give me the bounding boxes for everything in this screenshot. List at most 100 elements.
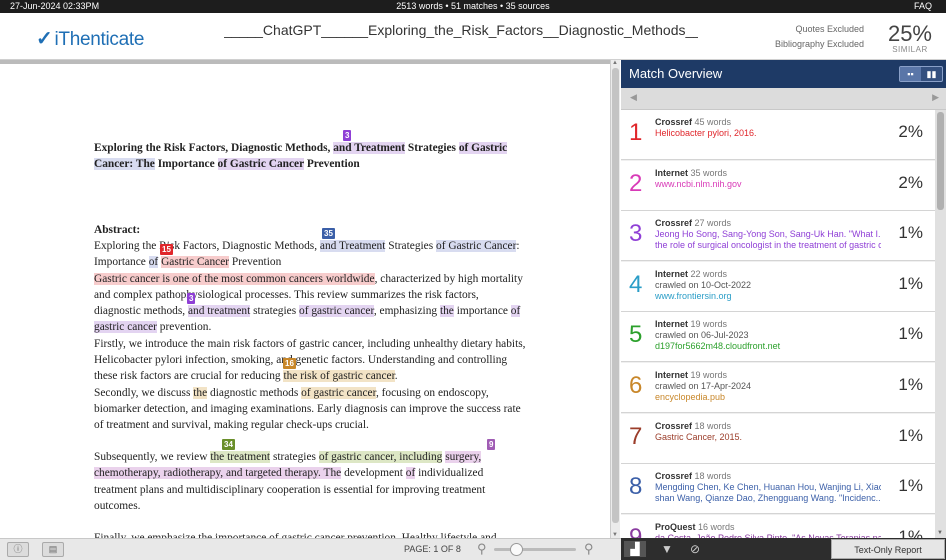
match-row-3[interactable]: 3 Crossref 27 words Jeong Ho Song, Sang-Yo… bbox=[621, 211, 935, 262]
document-scroll-thumb[interactable] bbox=[612, 68, 619, 523]
match-highlight[interactable]: surgery, bbox=[445, 451, 482, 463]
match-source-link: www.frontiersin.org bbox=[655, 290, 732, 301]
match-scroll-down-icon[interactable]: ▼ bbox=[937, 530, 943, 536]
match-highlight[interactable]: and Treatment bbox=[319, 240, 386, 252]
page-indicator: PAGE: 1 OF 8 bbox=[404, 544, 461, 554]
text-segment: Subsequently, we review bbox=[94, 451, 211, 463]
match-percent: 1% bbox=[898, 425, 923, 445]
match-row-9[interactable]: 9 ProQuest 16 words da Costa, João Pedro S… bbox=[621, 514, 935, 538]
match-badge-3[interactable]: 3 bbox=[343, 130, 352, 141]
match-source-type: ProQuest bbox=[655, 521, 696, 532]
bibliography-excluded-link[interactable]: Bibliography Excluded bbox=[775, 37, 864, 52]
match-highlight[interactable]: of Gastric Cancer bbox=[436, 240, 517, 252]
match-word-count: 27 words bbox=[692, 218, 732, 229]
text-segment: importance bbox=[453, 305, 511, 318]
view-toggle[interactable]: ▪▪ ▮▮ bbox=[899, 66, 943, 82]
match-row-8[interactable]: 8 Crossref 18 words Mengding Chen, Ke Chen… bbox=[621, 464, 935, 515]
match-word-count: 22 words bbox=[688, 268, 728, 279]
match-overview-icon[interactable]: ▟ bbox=[624, 541, 646, 557]
match-badge-34[interactable]: 34 bbox=[222, 439, 235, 450]
match-badge-3b[interactable]: 3 bbox=[187, 293, 196, 304]
text-segment: Strategies bbox=[405, 142, 459, 154]
match-navigation: ◀ ▶ bbox=[621, 88, 946, 110]
logo-text: iThenticate bbox=[54, 29, 145, 50]
zoom-out-icon[interactable]: ⚲ bbox=[477, 541, 487, 557]
match-row-1[interactable]: 1 Crossref 45 words Helicobacter pylori, 2… bbox=[621, 110, 935, 160]
text-segment: Secondly, we discuss bbox=[94, 386, 194, 399]
match-highlight[interactable]: gastric cancer bbox=[94, 321, 157, 334]
zoom-slider-track[interactable] bbox=[494, 548, 576, 551]
text-segment: , focusing on endoscopy, bbox=[375, 386, 489, 399]
match-highlight[interactable]: Cancer: The bbox=[94, 158, 155, 171]
match-row-6[interactable]: 6 Internet 19 words crawled on 17-Apr-2024… bbox=[621, 363, 935, 413]
prev-match-icon[interactable]: ◀ bbox=[630, 92, 637, 103]
match-highlight[interactable]: of bbox=[148, 256, 159, 269]
match-highlight[interactable]: the bbox=[439, 305, 454, 318]
match-highlight[interactable]: chemotherapy, radiotherapy, and targeted… bbox=[94, 467, 342, 480]
match-percent: 1% bbox=[898, 223, 923, 243]
match-highlight[interactable]: and treatment bbox=[187, 305, 251, 318]
filter-icon[interactable]: ▼ bbox=[656, 541, 678, 557]
match-highlight[interactable]: the treatment bbox=[210, 451, 271, 463]
panel-toolbar: ▟ ▼ ⊘ Text-Only Report bbox=[621, 538, 946, 560]
match-source: Crossref 18 words bbox=[655, 471, 731, 481]
text-line: diagnostic methods, and treatment strate… bbox=[94, 303, 527, 319]
match-highlight[interactable]: Gastric cancer is one of the most common… bbox=[94, 272, 375, 285]
match-overview-panel: Match Overview ▪▪ ▮▮ ◀ ▶ 1 Crossref 45 wo… bbox=[621, 60, 946, 538]
match-badge-15[interactable]: 15 bbox=[160, 244, 173, 255]
match-badge-16[interactable]: 16 bbox=[283, 358, 296, 369]
match-highlight[interactable]: the risk of gastric cancer bbox=[283, 370, 395, 383]
document-scrollbar[interactable]: ▲ ▼ bbox=[610, 60, 620, 538]
quotes-excluded-link[interactable]: Quotes Excluded bbox=[775, 22, 864, 37]
text-line: Secondly, we discuss the diagnostic meth… bbox=[94, 385, 527, 401]
info-button[interactable]: ⓘ bbox=[7, 542, 29, 557]
exclude-icon[interactable]: ⊘ bbox=[684, 541, 706, 557]
bar-view-icon[interactable]: ▮▮ bbox=[921, 67, 942, 81]
match-word-count: 35 words bbox=[688, 167, 728, 178]
match-list-scroll-thumb[interactable] bbox=[937, 112, 944, 210]
match-source-link: d197for5662m48.cloudfront.net bbox=[655, 341, 781, 352]
match-number: 5 bbox=[629, 321, 643, 349]
match-highlight[interactable]: of gastric cancer bbox=[301, 386, 376, 399]
match-row-2[interactable]: 2 Internet 35 words www.ncbi.nlm.nih.gov 2% bbox=[621, 160, 935, 211]
list-view-icon[interactable]: ▪▪ bbox=[900, 67, 921, 81]
document-viewer[interactable]: Exploring the Risk Factors, Diagnostic M… bbox=[0, 60, 610, 538]
faq-link[interactable]: FAQ bbox=[914, 0, 932, 13]
text-line: Subsequently, we review the treatment st… bbox=[94, 449, 527, 465]
match-highlight[interactable]: of bbox=[510, 305, 521, 318]
match-percent: 1% bbox=[898, 324, 923, 344]
match-highlight[interactable]: Gastric Cancer bbox=[161, 256, 230, 269]
match-source-link: www.ncbi.nlm.nih.gov bbox=[655, 178, 742, 189]
abstract-label: Abstract: bbox=[94, 224, 141, 236]
match-list-scrollbar[interactable]: ▼ bbox=[935, 110, 946, 538]
match-number: 8 bbox=[629, 473, 643, 501]
match-highlight[interactable]: of gastric cancer, including bbox=[318, 451, 443, 463]
exclusion-settings: Quotes Excluded Bibliography Excluded bbox=[775, 22, 864, 52]
zoom-in-icon[interactable]: ⚲ bbox=[584, 541, 594, 557]
match-highlight[interactable]: the bbox=[193, 386, 208, 399]
match-highlight[interactable]: of gastric cancer bbox=[299, 305, 374, 318]
match-highlight[interactable]: of Gastric Cancer bbox=[217, 158, 304, 171]
match-source: Internet 22 words bbox=[655, 269, 727, 279]
match-badge-9[interactable]: 9 bbox=[487, 439, 496, 450]
match-source-type: Crossref bbox=[655, 218, 693, 229]
scroll-up-icon[interactable]: ▲ bbox=[612, 60, 618, 66]
match-row-4[interactable]: 4 Internet 22 words crawled on 10-Oct-2022… bbox=[621, 261, 935, 312]
match-percent: 1% bbox=[898, 375, 923, 394]
match-highlight[interactable]: of Gastric bbox=[458, 142, 508, 154]
next-match-icon[interactable]: ▶ bbox=[932, 92, 939, 103]
panel-title: Match Overview bbox=[629, 66, 723, 81]
print-icon: ▤ bbox=[48, 544, 58, 554]
match-word-count: 19 words bbox=[688, 370, 728, 380]
zoom-slider-handle[interactable] bbox=[510, 543, 523, 556]
text-segment: Prevention bbox=[229, 256, 282, 269]
match-highlight[interactable]: of bbox=[405, 467, 416, 480]
match-row-5[interactable]: 5 Internet 19 words crawled on 06-Jul-2023… bbox=[621, 312, 935, 363]
text-line: chemotherapy, radiotherapy, and targeted… bbox=[94, 465, 527, 481]
text-line: treatment plans and multidisciplinary co… bbox=[94, 482, 527, 498]
text-only-report-button[interactable]: Text-Only Report bbox=[831, 539, 945, 559]
match-badge-35[interactable]: 35 bbox=[322, 228, 335, 239]
print-button[interactable]: ▤ bbox=[42, 542, 64, 557]
match-highlight[interactable]: and Treatment bbox=[333, 142, 406, 154]
match-row-7[interactable]: 7 Crossref 18 words Gastric Cancer, 2015. 1… bbox=[621, 413, 935, 464]
